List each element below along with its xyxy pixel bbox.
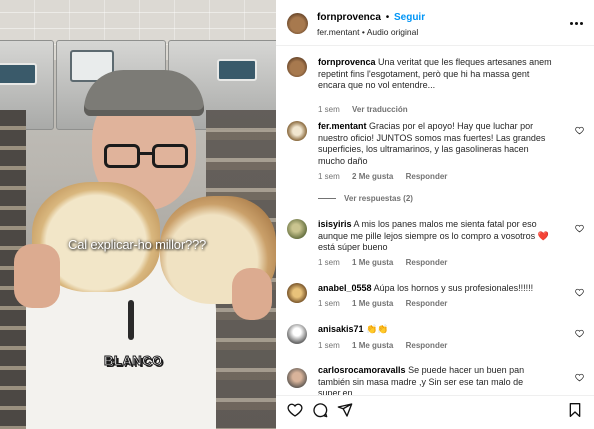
comments-list[interactable]: fornprovenca Una veritat que les fleques… bbox=[276, 47, 594, 395]
send-icon[interactable] bbox=[337, 402, 353, 418]
likes-count[interactable]: 1 Me gusta bbox=[352, 258, 393, 267]
comment-username[interactable]: fer.mentant bbox=[318, 121, 367, 131]
header-line: fornprovenca • Seguir bbox=[317, 12, 425, 23]
comment-time: 1 sem bbox=[318, 299, 340, 308]
heart-icon[interactable] bbox=[287, 402, 303, 418]
baker-glasses bbox=[104, 144, 188, 168]
comment-time: 1 sem bbox=[318, 172, 340, 181]
follow-button[interactable]: Seguir bbox=[394, 12, 425, 23]
hand-left bbox=[14, 244, 60, 308]
comment-body: A mis los panes malos me sienta fatal po… bbox=[318, 219, 549, 253]
heart-icon[interactable] bbox=[575, 126, 584, 135]
post-actions-bar bbox=[276, 395, 594, 429]
likes-count[interactable]: 1 Me gusta bbox=[352, 299, 393, 308]
oven-display bbox=[217, 59, 257, 81]
comment-username[interactable]: isisyiris bbox=[318, 219, 352, 229]
video-caption: Cal explicar-ho millor??? bbox=[68, 237, 207, 252]
avatar[interactable] bbox=[287, 121, 307, 141]
comment-icon[interactable] bbox=[312, 402, 328, 418]
heart-icon[interactable] bbox=[575, 373, 584, 382]
comment-username[interactable]: anisakis71 bbox=[318, 324, 364, 334]
comment-username[interactable]: fornprovenca bbox=[318, 57, 376, 67]
view-replies-label: Ver respuestas (2) bbox=[344, 194, 413, 203]
comment-text: fornprovenca Una veritat que les fleques… bbox=[318, 57, 558, 92]
comment-text: anabel_0558 Aúpa los hornos y sus profes… bbox=[318, 283, 558, 295]
separator-dot: • bbox=[385, 12, 390, 23]
author-username[interactable]: fornprovenca bbox=[317, 12, 381, 23]
comment-meta: 1 sem 1 Me gusta Responder bbox=[318, 258, 457, 267]
reply-button[interactable]: Responder bbox=[406, 299, 448, 308]
comment-text: carlosrocamoravalls Se puede hacer un bu… bbox=[318, 365, 558, 395]
avatar[interactable] bbox=[287, 368, 307, 388]
post-panel: fornprovenca • Seguir fer.mentant • Audi… bbox=[276, 0, 594, 429]
heart-icon[interactable] bbox=[575, 329, 584, 338]
necklace bbox=[128, 300, 134, 340]
avatar[interactable] bbox=[287, 283, 307, 303]
comment-body: 👏👏 bbox=[366, 324, 389, 334]
comment-meta: 1 sem 1 Me gusta Responder bbox=[318, 299, 457, 308]
comment-username[interactable]: carlosrocamoravalls bbox=[318, 365, 406, 375]
avatar[interactable] bbox=[287, 13, 308, 34]
comment-text: anisakis71 👏👏 bbox=[318, 324, 558, 336]
bookmark-icon[interactable] bbox=[567, 402, 583, 418]
more-options-icon[interactable] bbox=[568, 16, 584, 30]
oven-display bbox=[0, 63, 37, 85]
translate-button[interactable]: Ver traducción bbox=[352, 105, 408, 114]
comment-time: 1 sem bbox=[318, 341, 340, 350]
reply-button[interactable]: Responder bbox=[406, 172, 448, 181]
view-replies-button[interactable]: Ver respuestas (2) bbox=[318, 194, 413, 203]
likes-count[interactable]: 1 Me gusta bbox=[352, 341, 393, 350]
heart-icon[interactable] bbox=[575, 288, 584, 297]
post-header: fornprovenca • Seguir fer.mentant • Audi… bbox=[276, 0, 594, 46]
audio-link[interactable]: fer.mentant • Audio original bbox=[317, 27, 418, 37]
comment-time: 1 sem bbox=[318, 105, 340, 114]
replies-line bbox=[318, 198, 336, 200]
reel-video[interactable]: Cal explicar-ho millor??? BLANCO bbox=[0, 0, 276, 429]
likes-count[interactable]: 2 Me gusta bbox=[352, 172, 393, 181]
heart-icon[interactable] bbox=[575, 224, 584, 233]
reply-button[interactable]: Responder bbox=[406, 258, 448, 267]
avatar[interactable] bbox=[287, 324, 307, 344]
reply-button[interactable]: Responder bbox=[406, 341, 448, 350]
comment-text: isisyiris A mis los panes malos me sient… bbox=[318, 219, 558, 254]
comment-meta: 1 sem 2 Me gusta Responder bbox=[318, 172, 457, 181]
video-sticker-text: BLANCO bbox=[104, 353, 163, 369]
comment-body: Aúpa los hornos y sus profesionales!!!!!… bbox=[373, 283, 534, 293]
baker-cap bbox=[84, 70, 204, 116]
comment-meta: 1 sem Ver traducción bbox=[318, 105, 418, 114]
hand-right bbox=[232, 268, 272, 320]
comment-text: fer.mentant Gracias por el apoyo! Hay qu… bbox=[318, 121, 558, 167]
comment-meta: 1 sem 1 Me gusta Responder bbox=[318, 341, 457, 350]
comment-username[interactable]: anabel_0558 bbox=[318, 283, 372, 293]
comment-time: 1 sem bbox=[318, 258, 340, 267]
avatar[interactable] bbox=[287, 219, 307, 239]
avatar[interactable] bbox=[287, 57, 307, 77]
